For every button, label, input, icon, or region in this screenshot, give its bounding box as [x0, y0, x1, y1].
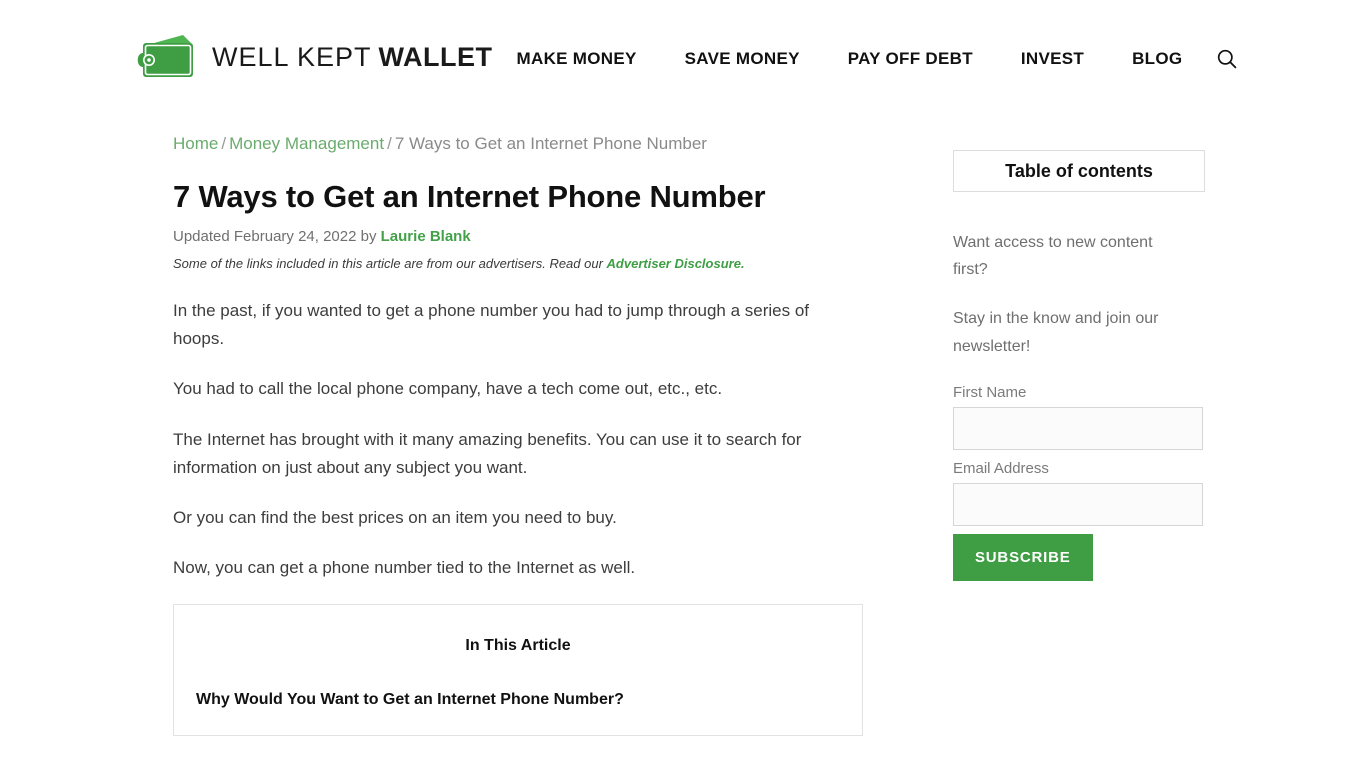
article-content: Home / Money Management/7 Ways to Get an I…: [133, 132, 863, 737]
disclosure-text: Some of the links included in this artic…: [173, 256, 607, 272]
newsletter-form: First Name Email Address SUBSCRIBE: [953, 382, 1233, 581]
article-byline: Updated February 24, 2022 by Laurie Blan…: [173, 227, 845, 247]
breadcrumb-current: 7 Ways to Get an Internet Phone Number: [394, 134, 707, 153]
article-paragraph: In the past, if you wanted to get a phon…: [173, 301, 810, 349]
first-name-input[interactable]: [953, 406, 1203, 450]
nav-item-invest[interactable]: INVEST: [997, 49, 1108, 69]
email-label: Email Address: [953, 459, 1049, 477]
nav-item-save-money[interactable]: SAVE MONEY: [661, 49, 824, 69]
page-wrapper: Home / Money Management/7 Ways to Get an I…: [133, 132, 1233, 737]
wallet-icon: [137, 35, 193, 77]
breadcrumb-category[interactable]: Money Management: [229, 134, 384, 153]
breadcrumb-separator: /: [221, 134, 227, 153]
in-this-article-box: In This Article Why Would You Want to Ge…: [173, 603, 863, 737]
logo-text-light: WELL KEPT: [212, 41, 372, 72]
breadcrumb-separator: /: [387, 134, 392, 153]
article-paragraph: Or you can find the best prices on an it…: [173, 507, 617, 527]
newsletter-line-2: Stay in the know and join our newsletter…: [953, 310, 1159, 355]
byline-author-link[interactable]: Laurie Blank: [381, 228, 471, 245]
article-paragraph: The Internet has brought with it many am…: [173, 429, 802, 477]
sidebar: Table of contents Want access to new con…: [845, 132, 1233, 581]
newsletter-line-1: Want access to new content first?: [953, 234, 1153, 279]
breadcrumb-home[interactable]: Home: [173, 134, 218, 153]
nav-item-blog[interactable]: BLOG: [1108, 49, 1204, 69]
search-icon: [1218, 49, 1237, 69]
breadcrumb: Home / Money Management/7 Ways to Get an I…: [173, 132, 845, 156]
subscribe-button[interactable]: SUBSCRIBE: [953, 533, 1093, 581]
table-of-contents-label: Table of contents: [1005, 160, 1153, 181]
main-navigation: MAKE MONEY SAVE MONEY PAY OFF DEBT INVES…: [493, 33, 1247, 70]
advertiser-disclosure-link[interactable]: Advertiser Disclosure.: [607, 256, 745, 271]
article-paragraph: You had to call the local phone company,…: [173, 379, 723, 399]
logo-wordmark: WELL KEPT WALLET: [212, 41, 493, 72]
page-title: 7 Ways to Get an Internet Phone Number: [173, 178, 766, 214]
byline-date: Updated February 24, 2022 by: [173, 227, 381, 245]
email-input[interactable]: [953, 482, 1203, 526]
in-this-article-link[interactable]: Why Would You Want to Get an Internet Ph…: [196, 691, 624, 708]
nav-item-make-money[interactable]: MAKE MONEY: [493, 49, 661, 69]
advertiser-disclosure: Some of the links included in this artic…: [173, 256, 845, 273]
nav-item-pay-off-debt[interactable]: PAY OFF DEBT: [824, 49, 997, 69]
table-of-contents-widget[interactable]: Table of contents: [953, 150, 1205, 192]
site-header: WELL KEPT WALLET MAKE MONEY SAVE MONEY PA…: [0, 0, 1366, 132]
in-this-article-heading: In This Article: [465, 636, 571, 654]
logo-text-bold: WALLET: [378, 41, 493, 72]
site-logo[interactable]: WELL KEPT WALLET: [135, 33, 493, 81]
article-paragraph: Now, you can get a phone number tied to …: [173, 557, 636, 577]
search-button[interactable]: [1204, 48, 1246, 70]
first-name-label: First Name: [953, 383, 1027, 401]
